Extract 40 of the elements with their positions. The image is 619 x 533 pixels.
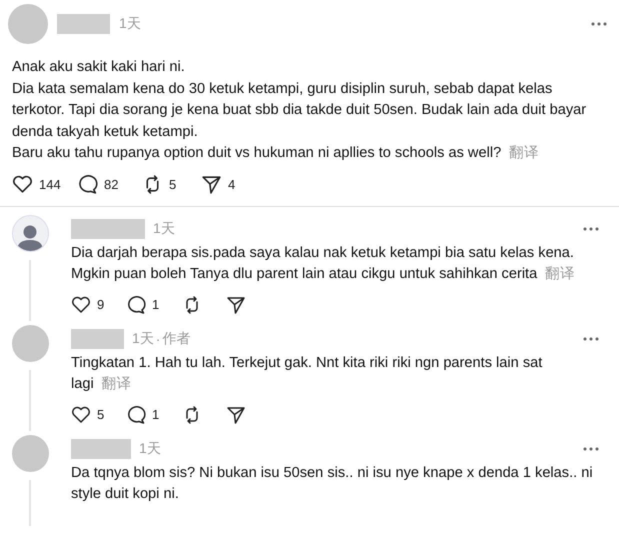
redacted-username [71,438,131,458]
post-text: Dia darjah berapa sis.pada saya kalau nak ketuk ketampi bia satu kelas kena. Mgkin puan boleh Tanya dlu parent lain atau cikgu untuk sahihkan cerita 翻译 [71,244,576,284]
more-icon[interactable] [583,336,599,340]
heart-icon[interactable] [71,294,91,314]
more-icon[interactable] [583,446,599,450]
count: 5 [169,176,176,192]
redacted-username [57,14,110,34]
post-text: Da tqnya blom sis? Ni bukan isu 50sen sis.. ni isu nye knape x denda 1 kelas.. ni style duit kopi ni. [71,464,594,504]
translate-link[interactable]: 翻译 [102,376,132,392]
post-text: Anak aku sakit kaki hari ni. [12,58,186,77]
timestamp: 1天 [132,330,154,348]
more-icon[interactable] [591,22,607,26]
count: 1 [152,297,160,312]
translate-link[interactable]: 翻译 [545,266,576,282]
heart-icon[interactable] [71,404,91,424]
count: 5 [97,407,104,422]
speech-bubble-icon[interactable] [77,174,98,194]
send-icon[interactable] [226,404,246,424]
count: 4 [228,176,236,192]
send-icon[interactable] [226,294,246,314]
count: 144 [39,176,61,192]
count: 9 [97,297,104,312]
post-text: Tingkatan 1. Hah tu lah. Terkejut gak. Nnt kita riki riki ngn parents lain sat lagi 翻译 [71,354,544,394]
speech-bubble-icon[interactable] [126,404,146,424]
heart-icon[interactable] [12,174,33,194]
speech-bubble-icon[interactable] [126,294,146,314]
timestamp: 1天 [139,440,161,458]
post-text: Baru aku tahu rupanya option duit vs hukuman ni apllies to schools as well? 翻译 [12,144,540,163]
avatar-icon[interactable] [12,214,48,252]
timestamp: 1天 [119,15,141,33]
post-text: Dia kata semalam kena do 30 ketuk ketampi, guru disiplin suruh, sebab dapat kelas terkotor. Tapi dia sorang je kena buat sbb dia takde duit 50sen. Budak lain ada duit bayar denda takyah ketuk ketampi. [12,80,588,142]
translate-link[interactable]: 翻译 [509,145,540,161]
count: 82 [104,176,118,192]
count: 1 [152,407,160,422]
timestamp: 1天 [153,220,175,238]
more-icon[interactable] [583,226,599,230]
separator: · [156,330,160,346]
send-icon[interactable] [201,174,222,194]
redacted-username [71,328,124,348]
author-label: 作者 [162,330,190,348]
